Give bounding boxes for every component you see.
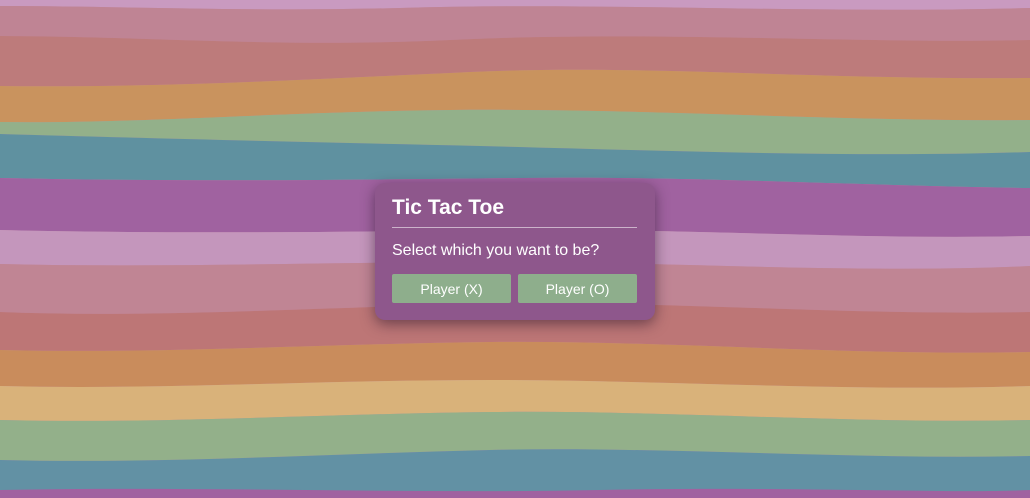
dialog-prompt: Select which you want to be? <box>392 242 600 259</box>
dialog-title: Tic Tac Toe <box>392 196 505 219</box>
player-o-button[interactable]: Player (O) <box>518 274 637 303</box>
button-row: Player (X) Player (O) <box>392 274 637 303</box>
player-select-dialog: Tic Tac Toe Select which you want to be?… <box>375 183 655 320</box>
title-divider <box>392 227 637 228</box>
player-x-button[interactable]: Player (X) <box>392 274 511 303</box>
